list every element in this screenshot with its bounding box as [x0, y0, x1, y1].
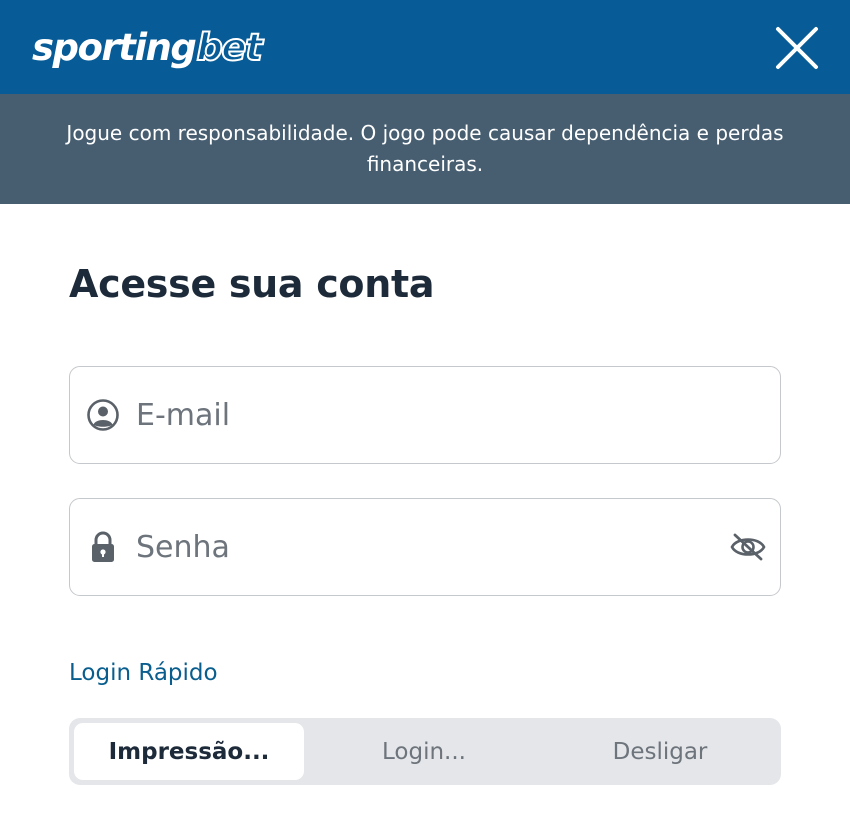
email-field[interactable] [69, 366, 781, 464]
logo-text-bet: bet [195, 25, 263, 70]
email-input[interactable] [136, 389, 716, 441]
password-field[interactable] [69, 498, 781, 596]
lock-icon [92, 531, 114, 562]
quick-login-segmented-control: Impressão... Login... Desligar [69, 718, 781, 785]
eye-off-icon[interactable] [730, 532, 766, 562]
close-button[interactable] [772, 26, 820, 70]
password-input[interactable] [136, 521, 716, 573]
segment-option-desligar[interactable]: Desligar [545, 723, 775, 780]
banner-text: Jogue com responsabilidade. O jogo pode … [66, 121, 784, 176]
sportingbet-logo[interactable]: sporting bet [32, 24, 264, 70]
logo-text-sporting: sporting [32, 25, 197, 69]
segment-option-impressao[interactable]: Impressão... [74, 723, 304, 780]
page-title: Acesse sua conta [69, 262, 435, 306]
segment-option-login[interactable]: Login... [309, 723, 539, 780]
close-icon [776, 27, 818, 69]
quick-login-link[interactable]: Login Rápido [69, 660, 218, 686]
user-circle-icon [87, 399, 119, 431]
app-header: sporting bet [0, 0, 850, 94]
responsible-gaming-banner: Jogue com responsabilidade. O jogo pode … [0, 94, 850, 204]
